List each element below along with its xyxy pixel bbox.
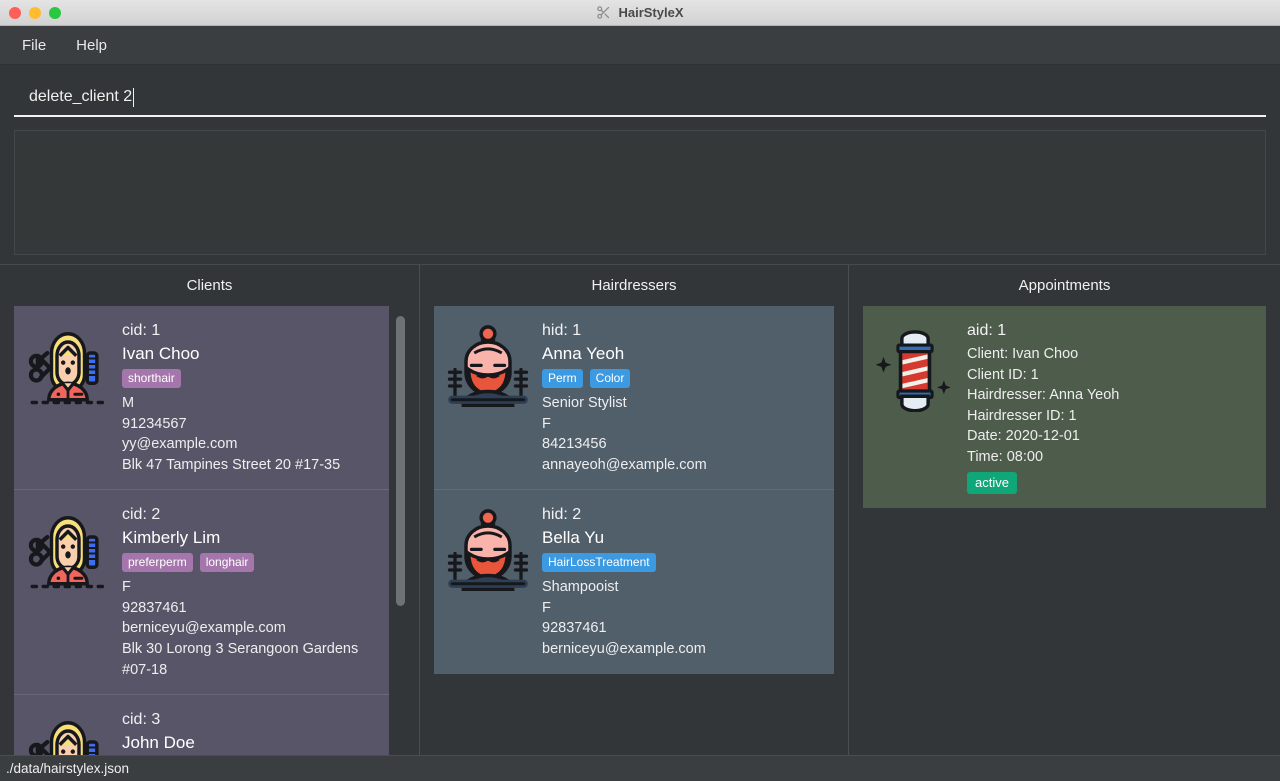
appointments-panel-title: Appointments <box>1018 277 1111 294</box>
hairdresser-id: hid: 1 <box>542 322 582 339</box>
tag[interactable]: Perm <box>542 369 583 388</box>
hairdressers-list[interactable]: hid: 1 Anna Yeoh Perm Color Senior Styli… <box>420 306 848 764</box>
text-caret <box>133 87 135 107</box>
clients-panel: Clients cid: 1 Ivan Choo shorthair M 912… <box>0 265 419 764</box>
client-id: cid: 3 <box>122 711 161 729</box>
list-item[interactable]: aid: 1 Client: Ivan Choo Client ID: 1 Ha… <box>863 306 1266 509</box>
hairdressers-panel: Hairdressers hid: 1 Anna Yeoh Perm Color… <box>419 265 849 764</box>
hairdresser-gender: F <box>542 599 551 616</box>
client-name: Ivan Choo <box>122 344 200 363</box>
maximize-button[interactable] <box>49 6 61 19</box>
barber-avatar-icon <box>444 320 532 408</box>
appointment-hairdresser-id: Hairdresser ID: 1 <box>967 407 1077 424</box>
window-controls[interactable] <box>0 6 61 19</box>
appointment-status-row: active <box>967 472 1254 495</box>
barber-pole-icon <box>873 328 957 412</box>
menu-item-help[interactable]: Help <box>76 37 107 54</box>
client-id: cid: 2 <box>122 506 161 524</box>
barber-avatar-icon <box>444 504 532 592</box>
appointment-time: Time: 08:00 <box>967 448 1044 465</box>
main-columns: Clients cid: 1 Ivan Choo shorthair M 912… <box>0 264 1280 764</box>
appointment-date: Date: 2020-12-01 <box>967 428 1080 445</box>
hairdresser-email: annayeoh@example.com <box>542 456 707 473</box>
client-gender: F <box>122 579 131 596</box>
window-title-group: HairStyleX <box>0 5 1280 20</box>
hairdresser-email: berniceyu@example.com <box>542 641 706 658</box>
command-input[interactable]: delete_client 2 <box>14 79 1266 117</box>
client-avatar-icon <box>24 320 112 408</box>
client-tags: preferperm longhair <box>122 553 377 573</box>
output-panel <box>14 130 1266 255</box>
clients-panel-title: Clients <box>186 277 233 294</box>
scrollbar-thumb[interactable] <box>396 316 405 606</box>
appointment-hairdresser: Hairdresser: Anna Yeoh <box>967 387 1120 404</box>
appointment-client: Client: Ivan Choo <box>967 346 1079 362</box>
hairdresser-name: Anna Yeoh <box>542 344 625 363</box>
hairdresser-details: hid: 1 Anna Yeoh Perm Color Senior Styli… <box>542 320 822 475</box>
close-button[interactable] <box>9 6 21 19</box>
output-panel-area <box>0 120 1280 255</box>
appointment-id: aid: 1 <box>967 322 1007 339</box>
client-gender: M <box>122 395 135 411</box>
appointment-details: aid: 1 Client: Ivan Choo Client ID: 1 Ha… <box>967 320 1254 495</box>
hairdresser-tags: HairLossTreatment <box>542 553 822 573</box>
client-id: cid: 1 <box>122 322 161 339</box>
hairdresser-name: Bella Yu <box>542 528 605 548</box>
statusbar: ./data/hairstylex.json <box>0 755 1280 781</box>
list-item[interactable]: cid: 2 Kimberly Lim preferperm longhair … <box>14 489 389 695</box>
scissors-icon <box>596 5 611 20</box>
client-name: Kimberly Lim <box>122 528 221 548</box>
clients-list[interactable]: cid: 1 Ivan Choo shorthair M 91234567 yy… <box>0 306 419 764</box>
list-item[interactable]: hid: 1 Anna Yeoh Perm Color Senior Styli… <box>434 306 834 490</box>
window-titlebar: HairStyleX <box>0 0 1280 26</box>
hairdresser-phone: 84213456 <box>542 436 607 453</box>
client-email: berniceyu@example.com <box>122 620 286 637</box>
appointments-panel: Appointments aid: 1 Client: Ivan Choo Cl… <box>849 265 1280 764</box>
appointment-client-id: Client ID: 1 <box>967 366 1039 383</box>
command-input-value: delete_client 2 <box>29 88 133 105</box>
menu-item-file[interactable]: File <box>22 37 46 54</box>
client-details: cid: 2 Kimberly Lim preferperm longhair … <box>122 504 377 680</box>
client-email: yy@example.com <box>122 436 238 453</box>
command-input-area: delete_client 2 <box>0 65 1280 120</box>
minimize-button[interactable] <box>29 6 41 19</box>
statusbar-path: ./data/hairstylex.json <box>6 761 130 776</box>
clients-scrollbar[interactable] <box>396 316 405 764</box>
client-name: John Doe <box>122 733 195 753</box>
tag[interactable]: HairLossTreatment <box>542 553 656 573</box>
client-phone: 91234567 <box>122 415 187 432</box>
client-address: Blk 30 Lorong 3 Serangoon Gardens #07-18 <box>122 641 359 678</box>
hairdresser-details: hid: 2 Bella Yu HairLossTreatment Shampo… <box>542 504 822 659</box>
hairdresser-phone: 92837461 <box>542 620 607 637</box>
appointments-list[interactable]: aid: 1 Client: Ivan Choo Client ID: 1 Ha… <box>849 306 1280 764</box>
client-phone: 92837461 <box>122 599 187 616</box>
client-avatar-icon <box>24 504 112 592</box>
client-address: Blk 47 Tampines Street 20 #17-35 <box>122 456 341 473</box>
tag[interactable]: shorthair <box>122 369 181 388</box>
list-item[interactable]: cid: 1 Ivan Choo shorthair M 91234567 yy… <box>14 306 389 490</box>
tag[interactable]: preferperm <box>122 553 193 573</box>
hairdresser-title: Senior Stylist <box>542 395 627 411</box>
menubar: File Help <box>0 26 1280 65</box>
client-tags: shorthair <box>122 369 377 388</box>
list-item[interactable]: hid: 2 Bella Yu HairLossTreatment Shampo… <box>434 489 834 674</box>
hairdresser-gender: F <box>542 415 551 432</box>
list-item[interactable]: cid: 3 John Doe owesMoney shortHair M <box>14 694 389 764</box>
hairdresser-title: Shampooist <box>542 579 619 596</box>
tag[interactable]: longhair <box>199 553 255 573</box>
status-badge[interactable]: active <box>967 472 1017 495</box>
client-details: cid: 1 Ivan Choo shorthair M 91234567 yy… <box>122 320 377 475</box>
hairdressers-panel-title: Hairdressers <box>591 277 677 294</box>
hairdresser-tags: Perm Color <box>542 369 822 388</box>
hairdresser-id: hid: 2 <box>542 506 582 524</box>
window-title: HairStyleX <box>618 5 684 20</box>
tag[interactable]: Color <box>589 369 631 388</box>
